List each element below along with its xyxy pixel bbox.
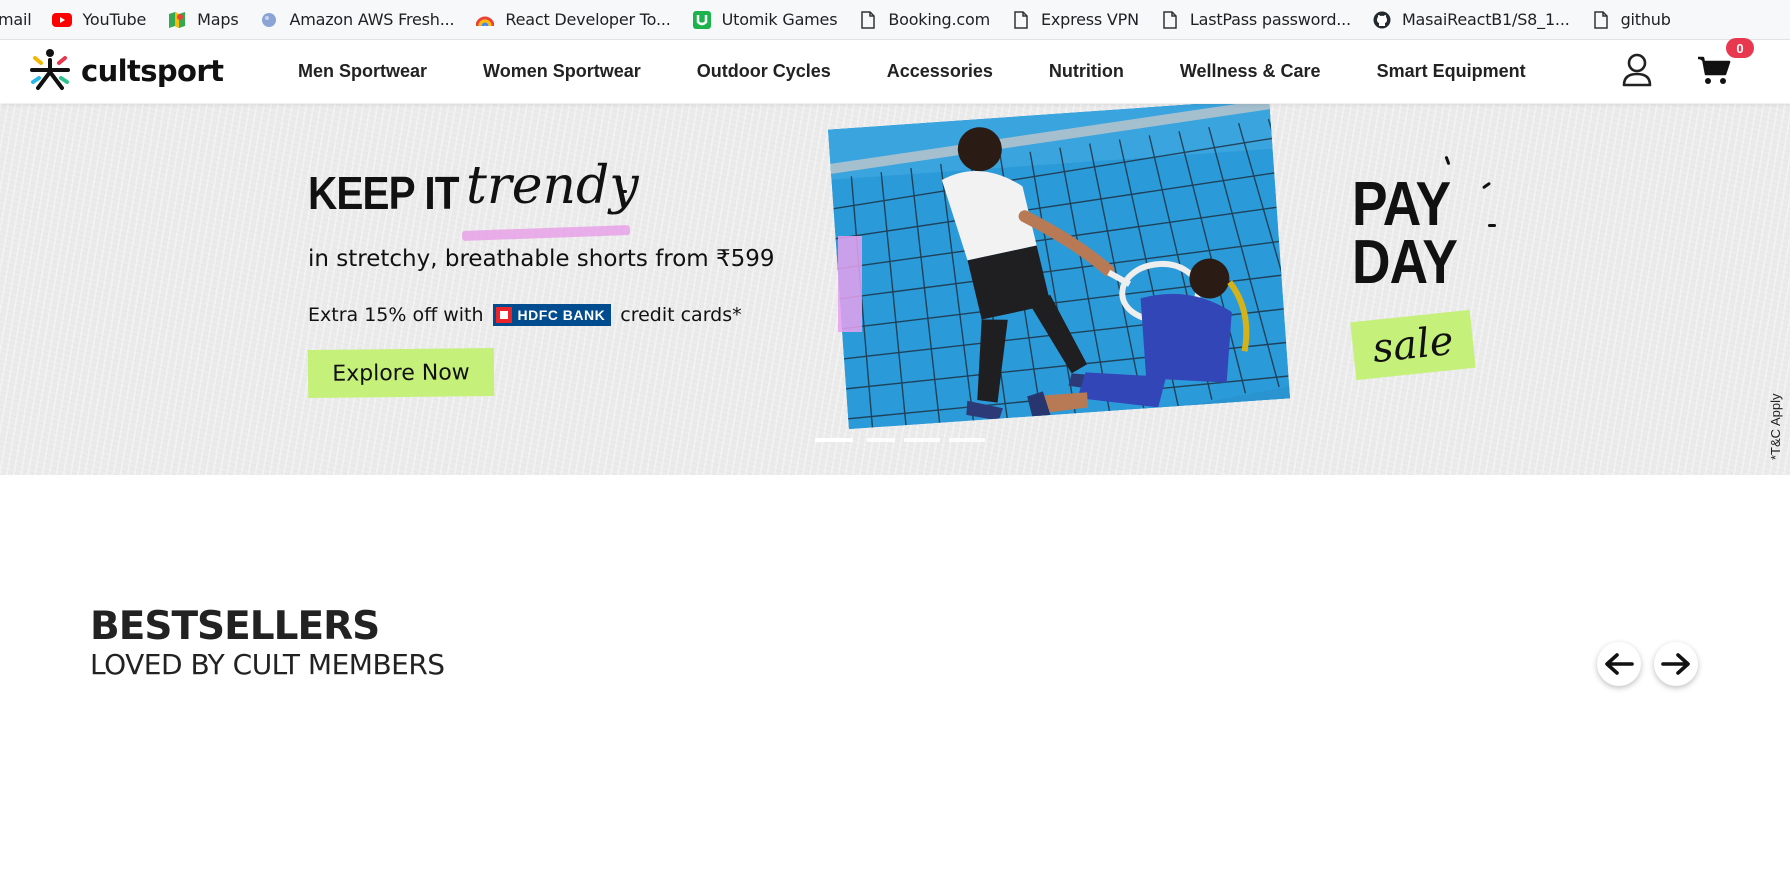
nav-nutrition[interactable]: Nutrition bbox=[1049, 61, 1124, 82]
rainbow-icon bbox=[475, 10, 495, 30]
utomik-icon bbox=[692, 10, 712, 30]
nav-accessories[interactable]: Accessories bbox=[887, 61, 993, 82]
nav-men-sportwear[interactable]: Men Sportwear bbox=[298, 61, 427, 82]
bookmark-expressvpn[interactable]: Express VPN bbox=[1001, 5, 1150, 35]
page-icon bbox=[1011, 10, 1031, 30]
nav-wellness-care[interactable]: Wellness & Care bbox=[1180, 61, 1321, 82]
bestsellers-title: BESTSELLERS bbox=[90, 604, 380, 649]
cart-count-badge: 0 bbox=[1726, 38, 1754, 58]
cart-icon[interactable] bbox=[1697, 56, 1731, 86]
page-icon bbox=[1591, 10, 1611, 30]
payday-promo: PAY DAY bbox=[1352, 170, 1458, 297]
sparkle-mark bbox=[1481, 181, 1492, 190]
arrow-left-icon bbox=[1605, 653, 1634, 675]
github-icon bbox=[1372, 10, 1392, 30]
hdfc-bank-logo: HDFC BANK bbox=[492, 304, 612, 326]
carousel-next-button[interactable] bbox=[1654, 642, 1698, 686]
maps-icon bbox=[167, 10, 187, 30]
nav-women-sportwear[interactable]: Women Sportwear bbox=[483, 61, 641, 82]
bookmark-aws[interactable]: Amazon AWS Fresh... bbox=[249, 5, 465, 35]
explore-now-button[interactable]: Explore Now bbox=[307, 348, 495, 398]
globe-icon bbox=[259, 10, 279, 30]
cultsport-logo-icon bbox=[30, 49, 70, 90]
hdfc-logo-icon bbox=[495, 307, 512, 323]
offer-prefix: Extra 15% off with bbox=[308, 304, 484, 326]
user-icon[interactable] bbox=[1622, 53, 1652, 87]
nav-outdoor-cycles[interactable]: Outdoor Cycles bbox=[697, 61, 831, 82]
bookmark-lastpass[interactable]: LastPass password... bbox=[1150, 5, 1362, 35]
pink-tape-accent bbox=[838, 236, 862, 332]
bookmark-booking[interactable]: Booking.com bbox=[848, 5, 1001, 35]
bookmark-mail[interactable]: mail bbox=[0, 5, 42, 35]
brand-name: cultsport bbox=[81, 54, 224, 88]
main-nav: Men Sportwear Women Sportwear Outdoor Cy… bbox=[298, 40, 1582, 103]
bookmark-youtube[interactable]: YouTube bbox=[42, 5, 157, 35]
hero-image bbox=[828, 104, 1290, 430]
carousel-dot-3[interactable] bbox=[904, 438, 940, 442]
carousel-dot-1[interactable] bbox=[815, 438, 853, 442]
carousel-dot-4[interactable] bbox=[949, 438, 985, 442]
bookmark-github[interactable]: github bbox=[1581, 5, 1682, 35]
bookmark-masai-react[interactable]: MasaiReactB1/S8_1... bbox=[1362, 5, 1581, 35]
promo-line-pay: PAY bbox=[1352, 170, 1451, 239]
hero-subline: in stretchy, breathable shorts from ₹599 bbox=[308, 246, 775, 272]
sale-tag: sale bbox=[1350, 309, 1476, 381]
cultsport-logo[interactable]: cultsport bbox=[29, 48, 224, 94]
page-icon bbox=[1160, 10, 1180, 30]
bookmark-maps[interactable]: Maps bbox=[157, 5, 249, 35]
sparkle-mark bbox=[618, 176, 621, 184]
youtube-icon bbox=[52, 10, 73, 30]
bookmark-react-devtools[interactable]: React Developer To... bbox=[465, 5, 681, 35]
site-header: cultsport Men Sportwear Women Sportwear … bbox=[0, 38, 1790, 103]
carousel-indicators bbox=[815, 438, 985, 442]
carousel-prev-button[interactable] bbox=[1597, 642, 1641, 686]
arrow-right-icon bbox=[1661, 653, 1690, 675]
hero-offer: Extra 15% off with HDFC BANK credit card… bbox=[308, 304, 742, 326]
sparkle-mark bbox=[1488, 224, 1496, 227]
promo-line-day: DAY bbox=[1352, 228, 1458, 297]
nav-smart-equipment[interactable]: Smart Equipment bbox=[1377, 61, 1526, 82]
carousel-dot-2[interactable] bbox=[867, 438, 895, 442]
offer-suffix: credit cards* bbox=[620, 304, 742, 326]
sparkle-mark bbox=[622, 190, 627, 193]
hero-banner[interactable]: KEEP IT trendy in stretchy, breathable s… bbox=[0, 104, 1790, 475]
bookmarks-bar: mail YouTube Maps Amazon AWS Fresh... Re… bbox=[0, 0, 1790, 40]
bookmark-utomik[interactable]: Utomik Games bbox=[682, 5, 849, 35]
hero-headline-script: trendy bbox=[466, 156, 639, 216]
highlight-underline bbox=[461, 225, 631, 241]
sparkle-mark bbox=[1444, 155, 1451, 166]
page-icon bbox=[858, 10, 878, 30]
tennis-court-illustration bbox=[828, 104, 1290, 430]
terms-note: *T&C Apply bbox=[1768, 393, 1783, 460]
bestsellers-subtitle: LOVED BY CULT MEMBERS bbox=[90, 648, 445, 681]
hero-headline: KEEP IT bbox=[308, 167, 459, 219]
